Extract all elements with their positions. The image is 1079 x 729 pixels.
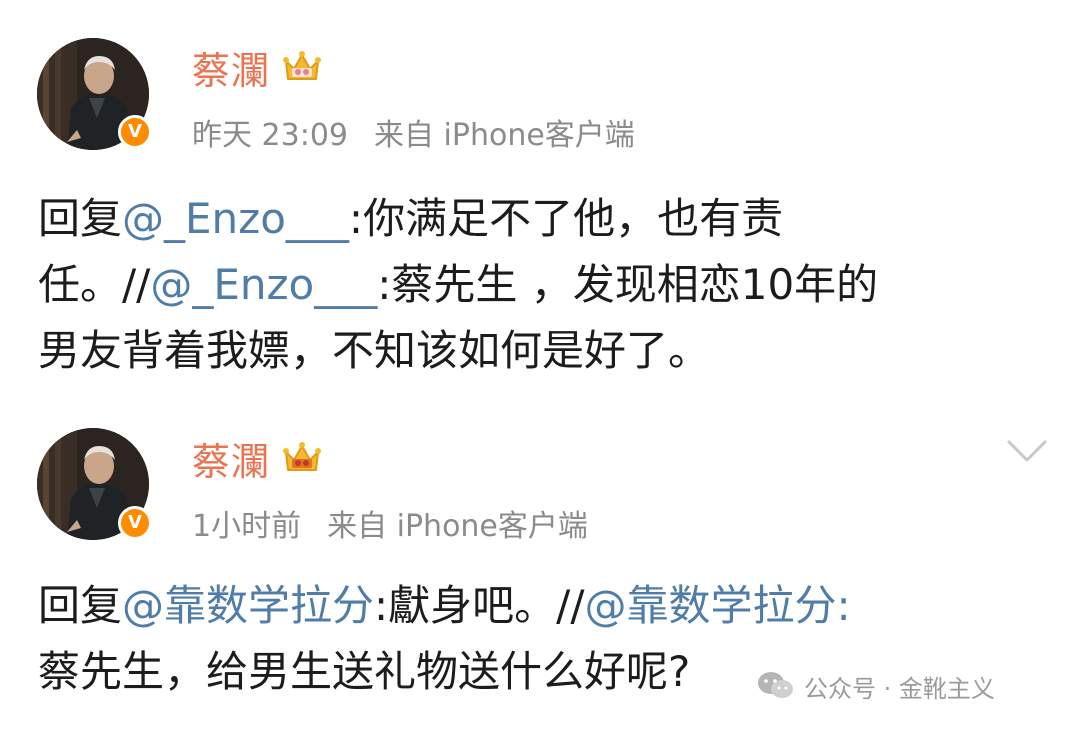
post-source[interactable]: 来自 iPhone客户端 — [374, 118, 635, 153]
content-line: 任。//@_Enzo___:蔡先生 ，发现相恋10年的 — [38, 252, 1043, 318]
post-meta: 1小时前 来自 iPhone客户端 — [192, 501, 588, 545]
content-text: : — [836, 581, 851, 630]
verified-v-icon: V — [118, 506, 152, 540]
post-time: 昨天 23:09 — [192, 118, 348, 153]
content-text: 回复 — [38, 194, 123, 243]
chevron-down-icon[interactable] — [1005, 438, 1049, 464]
mention-link[interactable]: @靠数学拉分 — [122, 581, 374, 630]
content-line: 回复@靠数学拉分:獻身吧。//@靠数学拉分: — [38, 573, 1043, 639]
mention-link[interactable]: @_Enzo___ — [122, 194, 349, 243]
crown-icon[interactable] — [282, 49, 322, 85]
content-text: :蔡先生 ，发现相恋10年的 — [377, 260, 879, 309]
content-text: :獻身吧。// — [374, 581, 585, 630]
mention-link[interactable]: @靠数学拉分 — [584, 581, 836, 630]
post-time: 1小时前 — [192, 509, 302, 544]
verified-v-icon: V — [118, 115, 152, 149]
post-meta: 昨天 23:09 来自 iPhone客户端 — [192, 110, 635, 154]
content-text: 回复 — [38, 581, 123, 630]
content-text: 任。// — [38, 260, 151, 309]
crown-icon[interactable] — [282, 440, 322, 476]
weibo-post-1: V 蔡瀾 昨天 23:09 来自 iPhone客户端 回复@_Enzo___:你满… — [0, 0, 1079, 400]
content-line: 男友背着我嫖，不知该如何是好了。 — [38, 326, 711, 375]
content-line: 回复@_Enzo___:你满足不了他，也有责 — [38, 186, 1043, 252]
post-content: 回复@_Enzo___:你满足不了他，也有责 任。//@_Enzo___:蔡先生… — [38, 186, 1043, 384]
watermark: 公众号 · 金靴主义 — [756, 666, 995, 706]
post-source[interactable]: 来自 iPhone客户端 — [327, 509, 588, 544]
content-text: :你满足不了他，也有责 — [348, 194, 784, 243]
wechat-icon — [758, 672, 793, 698]
username[interactable]: 蔡瀾 — [192, 40, 270, 95]
author-row: 蔡瀾 — [192, 40, 322, 95]
username[interactable]: 蔡瀾 — [192, 431, 270, 486]
mention-link[interactable]: @_Enzo___ — [150, 260, 377, 309]
watermark-text: 公众号 · 金靴主义 — [804, 674, 995, 703]
author-row: 蔡瀾 — [192, 431, 322, 486]
